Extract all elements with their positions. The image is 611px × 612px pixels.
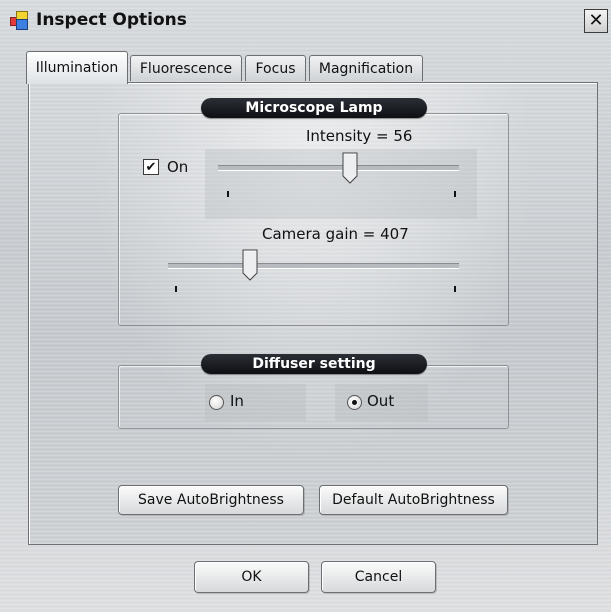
cancel-button[interactable]: Cancel — [321, 561, 436, 593]
default-autobrightness-button[interactable]: Default AutoBrightness — [319, 485, 508, 515]
tab-illumination[interactable]: Illumination — [26, 51, 128, 84]
camera-gain-slider-track[interactable] — [168, 263, 459, 269]
tab-fluorescence[interactable]: Fluorescence — [130, 55, 242, 81]
intensity-slider-area — [205, 149, 477, 219]
intensity-slider-track[interactable] — [218, 165, 459, 171]
camera-gain-label: Camera gain = 407 — [262, 225, 409, 243]
diffuser-out-radio[interactable] — [347, 395, 362, 410]
window-title: Inspect Options — [36, 10, 187, 30]
diffuser-in-label: In — [230, 392, 244, 410]
tab-magnification[interactable]: Magnification — [309, 55, 423, 81]
diffuser-group — [118, 365, 509, 429]
save-autobrightness-button[interactable]: Save AutoBrightness — [118, 485, 304, 515]
microscope-lamp-header: Microscope Lamp — [201, 98, 427, 118]
diffuser-header: Diffuser setting — [201, 354, 427, 374]
intensity-label: Intensity = 56 — [306, 127, 413, 145]
camera-gain-tick-min — [175, 286, 177, 292]
lamp-on-label: On — [167, 158, 189, 176]
close-icon: ✕ — [588, 10, 604, 31]
tab-magnification-label: Magnification — [318, 60, 414, 77]
diffuser-in-radio[interactable] — [209, 395, 224, 410]
diffuser-out-label: Out — [367, 392, 395, 410]
intensity-tick-min — [227, 191, 229, 197]
camera-gain-tick-max — [454, 286, 456, 292]
tab-fluorescence-label: Fluorescence — [139, 60, 233, 77]
tab-focus[interactable]: Focus — [245, 55, 306, 81]
app-icon — [10, 11, 28, 30]
intensity-slider-thumb[interactable] — [342, 152, 358, 184]
camera-gain-slider-thumb[interactable] — [242, 249, 258, 281]
ok-button[interactable]: OK — [194, 561, 309, 593]
title-bar: Inspect Options ✕ — [0, 0, 611, 40]
lamp-on-checkbox[interactable]: ✔ — [143, 159, 159, 175]
intensity-tick-max — [454, 191, 456, 197]
close-button[interactable]: ✕ — [584, 9, 608, 33]
tab-illumination-label: Illumination — [35, 60, 119, 76]
check-icon: ✔ — [145, 159, 157, 175]
illumination-panel: Microscope Lamp Intensity = 56 ✔ On Came… — [28, 82, 598, 545]
tab-focus-label: Focus — [255, 60, 296, 77]
